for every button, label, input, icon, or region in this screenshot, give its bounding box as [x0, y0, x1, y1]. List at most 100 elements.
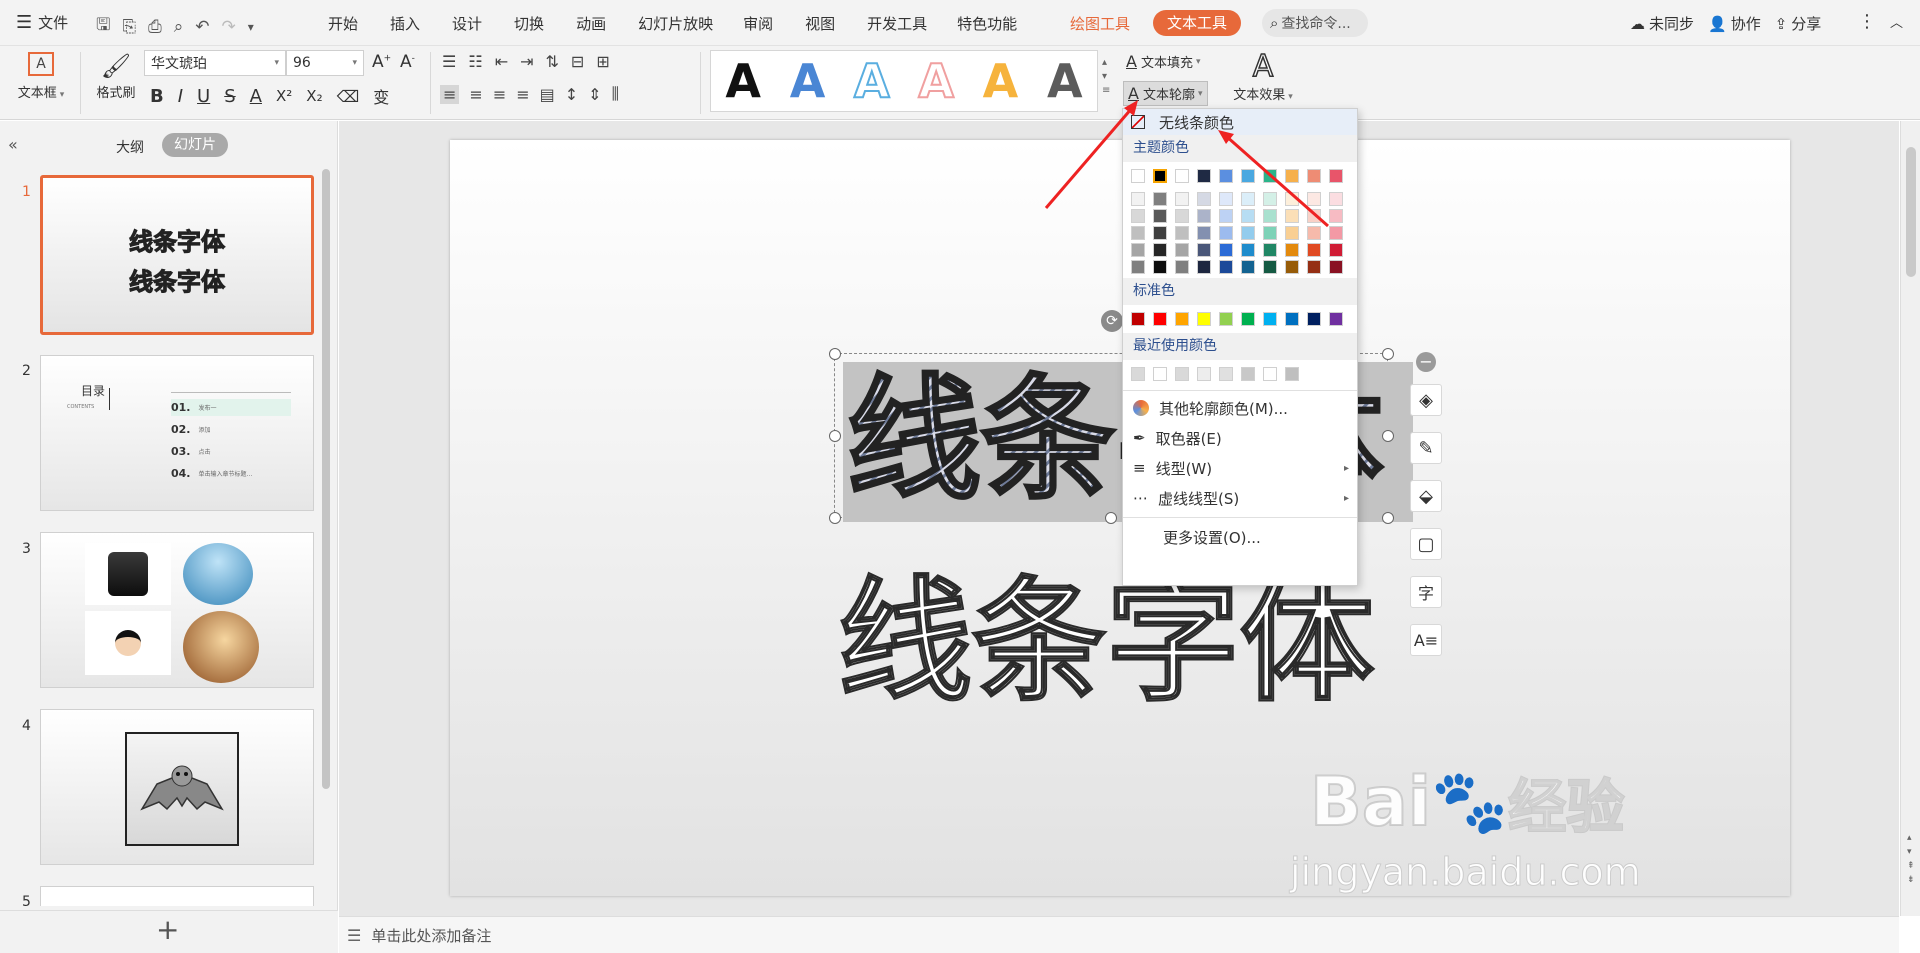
theme-color-swatch[interactable] [1307, 169, 1321, 183]
standard-color-swatch[interactable] [1153, 312, 1167, 326]
subscript-button[interactable]: X₂ [306, 87, 322, 105]
text-fill-button[interactable]: A 文本填充 ▾ [1126, 52, 1201, 71]
more-settings-item[interactable]: 更多设置(O)... [1123, 522, 1357, 552]
canvas-scrollbar[interactable]: ▴ ▾ ⇞ ⇟ [1900, 121, 1920, 916]
text-effect-button[interactable]: A 文本效果 ▾ [1228, 49, 1298, 103]
strikethrough-button[interactable]: S [224, 86, 235, 107]
theme-color-swatch[interactable] [1263, 169, 1277, 183]
theme-shade-swatch[interactable] [1153, 192, 1167, 206]
resize-handle[interactable] [829, 348, 841, 360]
recent-color-swatch[interactable] [1263, 367, 1277, 381]
theme-shade-swatch[interactable] [1197, 226, 1211, 240]
font-color-button[interactable]: A [250, 86, 262, 107]
redo-icon[interactable]: ↷ [221, 17, 235, 37]
undo-icon[interactable]: ↶ [195, 17, 209, 37]
slide-thumbnail-2[interactable]: 目录 CONTENTS 01. 发布一 02. 添加 03. 点击 04. 单击输入章节… [40, 355, 314, 511]
line-type-item[interactable]: ≡ 线型(W) ▸ [1123, 453, 1357, 483]
numbered-list-icon[interactable]: ☷ [468, 52, 482, 71]
slide-thumbnail-3[interactable] [40, 532, 314, 688]
theme-shade-swatch[interactable] [1307, 209, 1321, 223]
style-blue[interactable]: A [790, 54, 826, 108]
theme-shade-swatch[interactable] [1131, 192, 1145, 206]
slide-canvas[interactable]: 线条字体 ⟳ 线条字体 Bai 🐾 经验 jingyan.baidu.com [450, 140, 1790, 896]
add-slide-button[interactable]: + [156, 913, 179, 946]
theme-color-swatch[interactable] [1131, 169, 1145, 183]
tab-developer[interactable]: 开发工具 [867, 13, 927, 34]
tab-review[interactable]: 审阅 [743, 13, 773, 34]
decrease-indent-icon[interactable]: ⇤ [495, 52, 508, 71]
tab-home[interactable]: 开始 [328, 13, 358, 34]
theme-shade-swatch[interactable] [1263, 260, 1277, 274]
convert-smartart-icon[interactable]: ⊞ [596, 52, 609, 71]
theme-shade-swatch[interactable] [1285, 226, 1299, 240]
theme-shade-swatch[interactable] [1219, 260, 1233, 274]
fill-tool[interactable]: ⬙ [1410, 480, 1442, 512]
resize-handle[interactable] [829, 512, 841, 524]
tab-design[interactable]: 设计 [452, 13, 482, 34]
theme-shade-swatch[interactable] [1329, 192, 1343, 206]
tab-slides[interactable]: 幻灯片 [162, 133, 228, 157]
theme-shade-swatch[interactable] [1219, 243, 1233, 257]
standard-color-swatch[interactable] [1241, 312, 1255, 326]
line-spacing-icon[interactable]: ↕ [565, 85, 578, 104]
theme-shade-swatch[interactable] [1285, 243, 1299, 257]
text-format-tool[interactable]: A≡ [1410, 624, 1442, 656]
gallery-more-icon[interactable]: ▴ ▾ ≡ [1102, 56, 1110, 98]
theme-shade-swatch[interactable] [1263, 192, 1277, 206]
theme-shade-swatch[interactable] [1285, 260, 1299, 274]
tab-transition[interactable]: 切换 [514, 13, 544, 34]
file-menu[interactable]: ☰ 文件 [16, 12, 68, 33]
standard-color-swatch[interactable] [1307, 312, 1321, 326]
collapse-panel-icon[interactable]: « [8, 135, 18, 154]
slide-thumbnail-4[interactable] [40, 709, 314, 865]
theme-shade-swatch[interactable] [1197, 260, 1211, 274]
print-icon[interactable]: ⎙ [148, 17, 162, 37]
theme-shade-swatch[interactable] [1153, 226, 1167, 240]
theme-shade-swatch[interactable] [1307, 260, 1321, 274]
standard-color-swatch[interactable] [1131, 312, 1145, 326]
standard-color-swatch[interactable] [1219, 312, 1233, 326]
theme-shade-swatch[interactable] [1175, 226, 1189, 240]
recent-color-swatch[interactable] [1175, 367, 1189, 381]
outline-tool[interactable]: ▢ [1410, 528, 1442, 560]
style-lightblue-outline[interactable]: A [853, 53, 891, 109]
slide-thumbnail-5[interactable] [40, 886, 314, 906]
textbox-button[interactable]: A 文本框 ▾ [10, 52, 72, 114]
style-pink-outline[interactable]: A [917, 53, 955, 109]
collapse-toolbar-icon[interactable]: − [1416, 352, 1436, 372]
align-text-icon[interactable]: ⊟ [571, 52, 584, 71]
theme-shade-swatch[interactable] [1263, 209, 1277, 223]
dash-type-item[interactable]: ⋯ 虚线线型(S) ▸ [1123, 483, 1357, 513]
theme-shade-swatch[interactable] [1285, 192, 1299, 206]
collapse-ribbon-icon[interactable]: ︿ [1890, 12, 1903, 31]
font-name-select[interactable]: 华文琥珀 ▾ [144, 50, 286, 76]
theme-shade-swatch[interactable] [1175, 192, 1189, 206]
style-black[interactable]: A [725, 54, 761, 108]
increase-indent-icon[interactable]: ⇥ [520, 52, 533, 71]
tab-slideshow[interactable]: 幻灯片放映 [638, 13, 713, 34]
tab-drawing-tools[interactable]: 绘图工具 [1070, 13, 1130, 34]
share-button[interactable]: ⇪ 分享 [1775, 13, 1822, 34]
align-right-icon[interactable]: ≡ [493, 85, 506, 104]
theme-color-swatch[interactable] [1197, 169, 1211, 183]
resize-handle[interactable] [1382, 512, 1394, 524]
theme-shade-swatch[interactable] [1175, 243, 1189, 257]
rotate-handle[interactable]: ⟳ [1101, 310, 1123, 332]
shrink-font-icon[interactable]: A- [400, 52, 415, 72]
paragraph-spacing-icon[interactable]: ⇕ [588, 85, 601, 104]
theme-shade-swatch[interactable] [1153, 243, 1167, 257]
columns-icon[interactable]: ⫼ [612, 84, 619, 104]
recent-color-swatch[interactable] [1241, 367, 1255, 381]
command-search[interactable]: ⌕ 查找命令... [1262, 9, 1368, 37]
theme-shade-swatch[interactable] [1241, 260, 1255, 274]
theme-shade-swatch[interactable] [1131, 209, 1145, 223]
collab-button[interactable]: 👤 协作 [1708, 13, 1761, 34]
tab-features[interactable]: 特色功能 [957, 13, 1017, 34]
standard-color-swatch[interactable] [1329, 312, 1343, 326]
superscript-button[interactable]: X² [276, 87, 292, 105]
text-direction-icon[interactable]: ⇅ [546, 52, 559, 71]
theme-shade-swatch[interactable] [1219, 209, 1233, 223]
theme-shade-swatch[interactable] [1329, 243, 1343, 257]
recent-color-swatch[interactable] [1131, 367, 1145, 381]
standard-color-swatch[interactable] [1285, 312, 1299, 326]
